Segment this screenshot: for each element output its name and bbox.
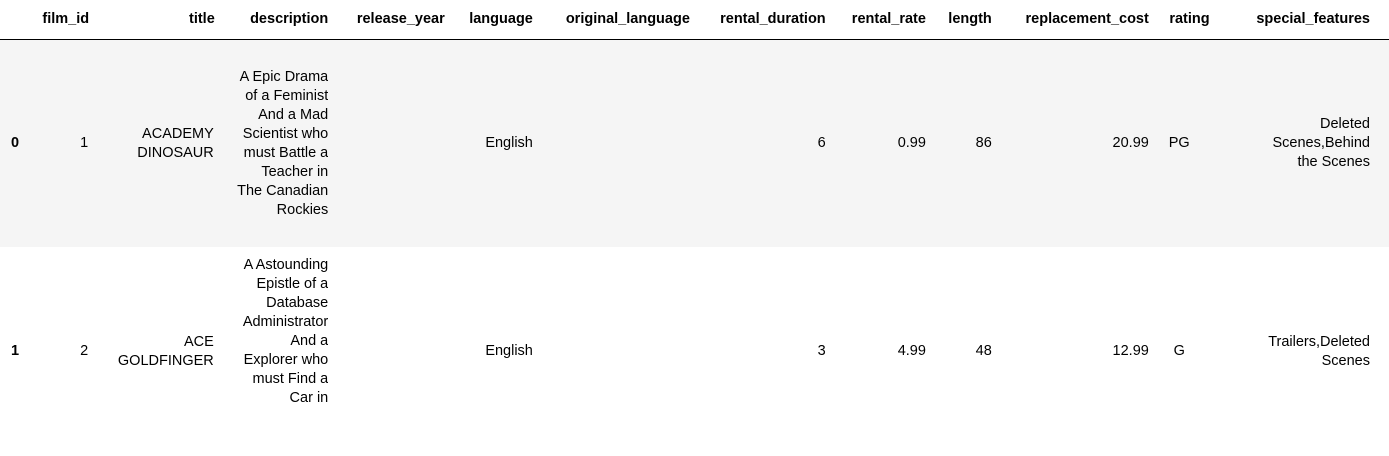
cell-title: ACADEMY DINOSAUR: [89, 40, 215, 248]
dataframe-table: film_id title description release_year l…: [0, 0, 1389, 456]
column-header-language: language: [444, 0, 533, 40]
cell-language: English: [485, 135, 533, 151]
cell-original-language: [533, 40, 690, 248]
column-header-length: length: [925, 0, 992, 40]
cell-special-features-text: Trailers,Deleted Scenes: [1268, 333, 1370, 369]
column-header-description: description: [214, 0, 329, 40]
column-header-special-features: special_features: [1209, 0, 1389, 40]
column-header-rental-rate: rental_rate: [825, 0, 926, 40]
cell-release-year: [328, 40, 445, 248]
column-header-index: [0, 0, 41, 40]
table-row: 0 1 ACADEMY DINOSAUR A Epic Drama of a F…: [0, 39, 1389, 248]
cell-description-text: A Epic Drama of a Feminist And a Mad Sci…: [237, 68, 329, 218]
cell-length: 48: [975, 343, 992, 359]
cell-replacement-cost: 12.99: [1112, 343, 1149, 359]
cell-special-features-text: Deleted Scenes,Behind the Scenes: [1272, 116, 1370, 170]
cell-replacement-cost: 20.99: [1112, 135, 1149, 151]
column-header-release-year: release_year: [328, 0, 445, 40]
column-header-title: title: [89, 0, 215, 40]
cell-description-text: A Astounding Epistle of a Database Admin…: [242, 257, 329, 406]
column-header-film-id: film_id: [40, 0, 90, 40]
cell-title-text: ACE GOLDFINGER: [117, 333, 214, 369]
column-header-original-language: original_language: [532, 0, 690, 40]
cell-language: English: [485, 343, 533, 359]
cell-rental-rate: 0.99: [897, 135, 926, 151]
cell-film-id: 2: [80, 343, 89, 359]
cell-special-features: Trailers,Deleted Scenes: [1210, 247, 1389, 456]
cell-special-features: Deleted Scenes,Behind the Scenes: [1210, 40, 1389, 248]
row-index: 1: [11, 343, 20, 359]
cell-description: A Astounding Epistle of a Database Admin…: [215, 247, 328, 456]
column-header-rental-duration: rental_duration: [689, 0, 826, 40]
cell-title: ACE GOLDFINGER: [89, 247, 215, 456]
column-header-replacement-cost: replacement_cost: [991, 0, 1149, 40]
cell-title-text: ACADEMY DINOSAUR: [137, 125, 214, 161]
cell-rating: PG: [1168, 135, 1190, 151]
cell-description: A Epic Drama of a Feminist And a Mad Sci…: [215, 40, 328, 248]
column-header-rating: rating: [1148, 0, 1210, 40]
cell-rental-rate: 4.99: [897, 343, 926, 359]
header-row: film_id title description release_year l…: [0, 0, 1389, 40]
table-row: 1 2 ACE GOLDFINGER A Astounding Epistle …: [0, 247, 1389, 456]
cell-rental-duration: 3: [817, 343, 826, 359]
cell-film-id: 1: [80, 135, 89, 151]
cell-release-year: [328, 247, 445, 456]
cell-rental-duration: 6: [817, 135, 826, 151]
cell-length: 86: [975, 135, 992, 151]
row-index: 0: [11, 135, 20, 151]
cell-rating: G: [1173, 343, 1185, 359]
cell-original-language: [533, 247, 690, 456]
